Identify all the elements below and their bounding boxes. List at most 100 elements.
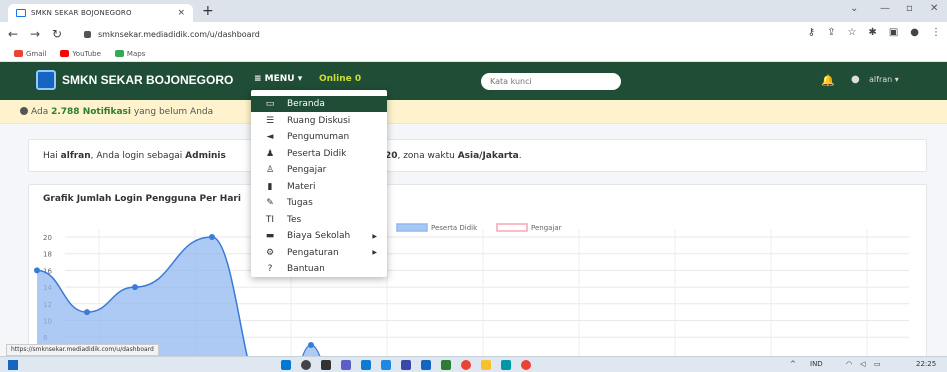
menu-item-label: Pengumuman [287,132,350,142]
login-chart-card: Grafik Jumlah Login Pengguna Per Hari 81… [28,184,927,372]
task-view-icon[interactable] [321,360,331,370]
user-tie-icon: ♙ [265,165,275,175]
youtube-icon [60,50,70,57]
tab-close-icon[interactable]: × [177,8,185,18]
menu-item-tes[interactable]: TI Tes [251,212,387,228]
legend-label[interactable]: Pengajar [531,224,562,232]
reload-icon[interactable]: ↻ [48,27,66,41]
close-window-icon[interactable]: ✕ [930,3,938,14]
address-bar-row: ← → ↻ smknsekar.mediadidik.com/u/dashboa… [0,22,947,46]
chevron-up-icon[interactable]: ^ [790,360,796,368]
search-input[interactable] [481,73,621,90]
chrome-icon[interactable] [461,360,471,370]
chevron-down-icon[interactable]: ⌄ [850,3,858,14]
menu-item-label: Tes [287,214,302,225]
url-text: smknsekar.mediadidik.com/u/dashboard [98,29,260,39]
app-icon[interactable] [381,360,391,370]
key-icon[interactable]: ⚷ [808,27,815,38]
menu-toggle-button[interactable]: ≡ MENU ▾ [254,74,302,84]
login-info-tail: 30.20, zona waktu Asia/Jakarta. [369,151,522,161]
data-point[interactable] [308,342,314,348]
back-icon[interactable]: ← [4,27,22,41]
sidepanel-icon[interactable]: ▣ [889,27,898,38]
chat-icon[interactable]: ● [851,74,860,85]
url-bar[interactable]: smknsekar.mediadidik.com/u/dashboard [84,25,784,43]
forward-icon[interactable]: → [26,27,44,41]
menu-item-ruang-diskusi[interactable]: ☰ Ruang Diskusi [251,113,387,129]
menu-item-label: Pengajar [287,165,327,175]
file-icon: ▮ [267,181,273,192]
browser-tab[interactable]: SMKN SEKAR BOJONEGORO × [8,4,193,22]
online-count[interactable]: Online 0 [319,74,361,84]
browser-tab-strip: SMKN SEKAR BOJONEGORO × + ⌄ — ▫ ✕ [0,0,947,22]
kebab-menu-icon[interactable]: ⋮ [931,27,941,38]
excel-icon[interactable] [441,360,451,370]
brand-title[interactable]: SMKN SEKAR BOJONEGORO [62,73,233,87]
menu-item-pengumuman[interactable]: ◄ Pengumuman [251,129,387,145]
legend-label[interactable]: Peserta Didik [431,224,478,232]
menu-item-materi[interactable]: ▮ Materi [251,179,387,195]
extensions-icon[interactable]: ✱ [868,27,876,38]
menu-item-label: Pengaturan [287,247,339,258]
app-navbar: SMKN SEKAR BOJONEGORO ≡ MENU ▾ Online 0 … [0,62,947,100]
y-tick-label: 18 [43,251,52,259]
bookmark-maps[interactable]: Maps [114,50,145,58]
menu-item-biaya-sekolah[interactable]: ▬ Biaya Sekolah ▶ [251,228,387,244]
menu-item-label: Materi [287,181,316,192]
bookmark-youtube[interactable]: YouTube [60,50,101,58]
school-logo-icon[interactable] [36,70,56,90]
menu-item-label: Ruang Diskusi [287,115,351,126]
lock-icon [84,30,91,38]
data-point[interactable] [209,234,215,240]
legend-swatch[interactable] [496,223,528,232]
timezone: Asia/Jakarta [457,151,519,161]
data-point[interactable] [34,267,40,274]
monitor-icon: ▭ [265,99,275,109]
tab-favicon-icon [16,9,26,17]
megaphone-icon: ◄ [266,132,274,142]
folder-icon[interactable] [481,360,491,370]
app-icon[interactable] [361,360,371,370]
word-icon[interactable] [421,360,431,370]
bell-icon[interactable]: 🔔 [821,74,835,87]
bookmark-gmail[interactable]: Gmail [14,50,46,58]
menu-item-pengajar[interactable]: ♙ Pengajar [251,162,387,178]
login-chart: 8101214161820Peserta DidikPengajar [34,223,909,372]
main-menu-dropdown: ▭ Beranda ☰ Ruang Diskusi ◄ Pengumuman ♟ Pesert… [251,90,387,277]
chat-app-icon[interactable] [341,360,351,370]
menu-item-peserta-didik[interactable]: ♟ Peserta Didik [251,146,387,162]
user-menu[interactable]: alfran ▾ [869,75,899,84]
star-icon[interactable]: ☆ [847,27,856,38]
y-tick-label: 20 [43,234,52,242]
new-tab-button[interactable]: + [202,3,214,19]
legend-swatch[interactable] [396,223,428,232]
menu-item-label: Bantuan [287,264,325,274]
chrome-icon[interactable] [521,360,531,370]
minimize-icon[interactable]: — [880,3,890,14]
start-icon[interactable] [281,360,291,370]
menu-item-label: Biaya Sekolah [287,231,351,241]
language-indicator[interactable]: IND [810,360,823,368]
clock[interactable]: 22:25 [916,360,936,368]
app-icon[interactable] [401,360,411,370]
notification-count-link[interactable]: 2.788 Notifikasi [51,107,131,117]
caret-right-icon: ▶ [372,232,377,240]
share-icon[interactable]: ⇪ [827,27,835,38]
caret-right-icon: ▶ [372,249,377,256]
menu-item-beranda[interactable]: ▭ Beranda [251,96,387,112]
data-point[interactable] [84,309,90,316]
tab-title: SMKN SEKAR BOJONEGORO [31,9,132,17]
wifi-icon[interactable]: ◠ [846,360,852,368]
search-icon[interactable] [301,360,311,370]
menu-item-tugas[interactable]: ✎ Tugas [251,195,387,211]
battery-icon[interactable]: ▭ [874,360,881,368]
profile-icon[interactable]: ● [910,27,919,38]
menu-item-pengaturan[interactable]: ⚙ Pengaturan ▶ [251,245,387,261]
widgets-icon[interactable] [8,360,18,370]
data-point[interactable] [132,284,138,291]
volume-icon[interactable]: ◁ [860,360,865,368]
maximize-icon[interactable]: ▫ [906,3,913,14]
menu-item-bantuan[interactable]: ? Bantuan [251,261,387,277]
edge-icon[interactable] [501,360,511,370]
tasks-icon: ✎ [266,198,274,208]
